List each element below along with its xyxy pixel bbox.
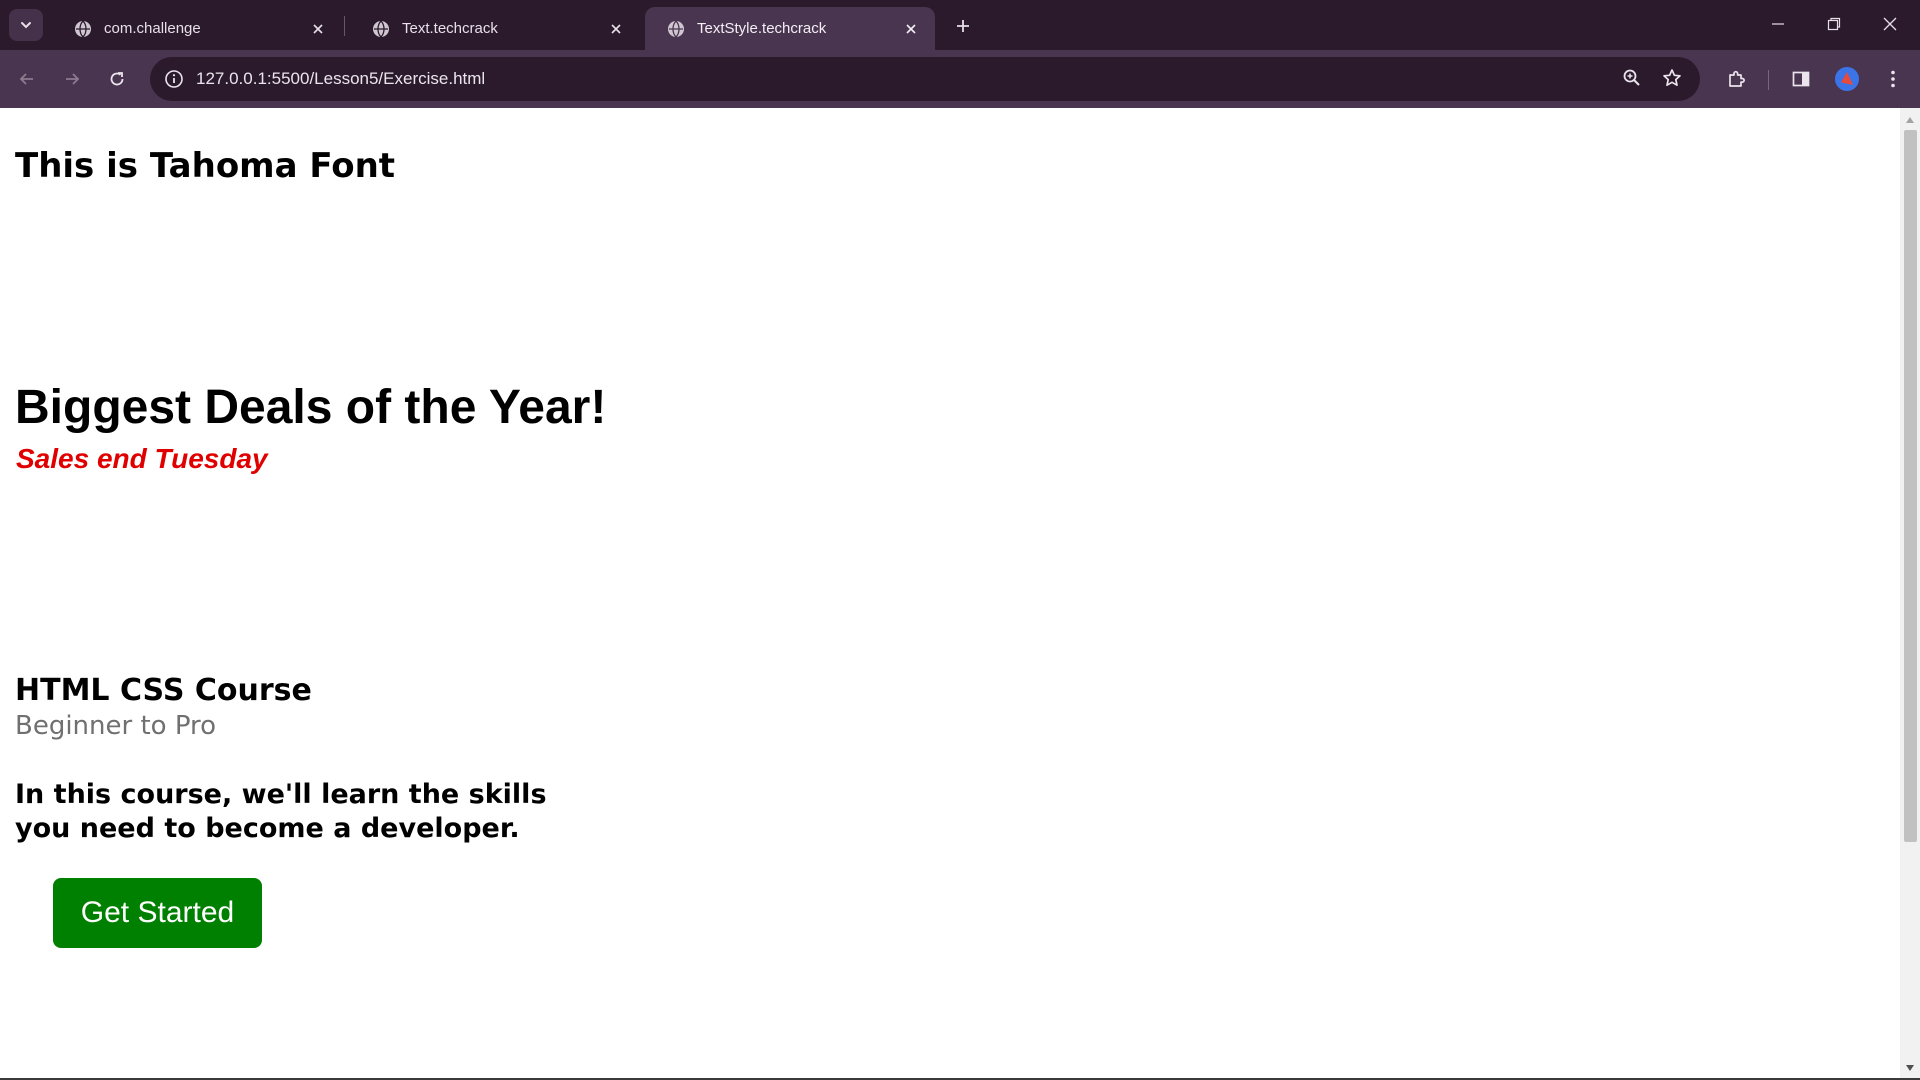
tab-close-button[interactable] <box>901 19 921 39</box>
toolbar-divider <box>1768 70 1769 90</box>
plus-icon <box>957 20 969 32</box>
browser-toolbar: 127.0.0.1:5500/Lesson5/Exercise.html <box>0 50 1920 108</box>
triangle-down-icon <box>1906 1065 1914 1071</box>
close-icon <box>1883 17 1897 31</box>
tab-text-techcrack[interactable]: Text.techcrack <box>350 7 640 50</box>
scroll-up-button[interactable] <box>1904 114 1916 126</box>
info-icon[interactable] <box>164 69 184 89</box>
zoom-button[interactable] <box>1616 62 1648 94</box>
tab-textstyle-techcrack[interactable]: TextStyle.techcrack <box>645 7 935 50</box>
get-started-button[interactable]: Get Started <box>53 878 262 948</box>
star-icon <box>1663 69 1681 87</box>
address-url[interactable]: 127.0.0.1:5500/Lesson5/Exercise.html <box>196 69 485 89</box>
minimize-button[interactable] <box>1750 0 1806 48</box>
course-title: HTML CSS Course <box>15 673 312 708</box>
close-window-button[interactable] <box>1862 0 1918 48</box>
back-button[interactable] <box>10 62 44 96</box>
scrollbar-thumb[interactable] <box>1904 130 1917 842</box>
restore-button[interactable] <box>1806 0 1862 48</box>
tab-title: TextStyle.techcrack <box>697 20 827 37</box>
new-tab-button[interactable] <box>950 13 976 39</box>
tab-close-button[interactable] <box>606 19 626 39</box>
chevron-down-icon <box>21 22 31 29</box>
bookmark-button[interactable] <box>1656 62 1688 94</box>
globe-icon <box>373 20 389 37</box>
scroll-down-button[interactable] <box>1904 1062 1916 1074</box>
page-viewport: This is Tahoma Font Biggest Deals of the… <box>0 108 1900 1078</box>
sales-note: Sales end Tuesday <box>16 443 268 474</box>
close-icon <box>313 23 323 34</box>
reload-button[interactable] <box>100 62 134 96</box>
globe-icon <box>668 20 684 37</box>
browser-menu-button[interactable] <box>1876 62 1910 96</box>
vertical-scrollbar[interactable] <box>1900 108 1920 1078</box>
arrow-right-icon <box>66 73 80 85</box>
side-panel-icon <box>1792 71 1810 87</box>
course-description: In this course, we'll learn the skills y… <box>15 779 547 844</box>
extensions-button[interactable] <box>1719 62 1753 96</box>
address-bar[interactable]: 127.0.0.1:5500/Lesson5/Exercise.html <box>150 57 1700 101</box>
tab-separator <box>344 16 345 36</box>
tab-title: com.challenge <box>104 20 201 37</box>
reload-icon <box>110 72 124 86</box>
arrow-left-icon <box>19 73 33 85</box>
forward-button[interactable] <box>55 62 89 96</box>
avatar <box>1835 67 1859 91</box>
close-icon <box>611 23 621 34</box>
puzzle-icon <box>1729 70 1745 87</box>
tab-close-button[interactable] <box>308 19 328 39</box>
globe-icon <box>75 20 91 37</box>
zoom-icon <box>1623 69 1640 86</box>
tab-search-button[interactable] <box>9 9 43 41</box>
minimize-icon <box>1772 23 1784 25</box>
side-panel-button[interactable] <box>1784 62 1818 96</box>
deals-heading: Biggest Deals of the Year! <box>15 381 607 434</box>
tab-title: Text.techcrack <box>402 20 498 37</box>
close-icon <box>906 23 916 34</box>
more-vertical-icon <box>1891 70 1895 88</box>
tab-strip: com.challenge Text.techcrack TextStyle.t… <box>0 0 1920 50</box>
tab-com-challenge[interactable]: com.challenge <box>52 7 342 50</box>
restore-icon <box>1827 17 1841 31</box>
tahoma-heading: This is Tahoma Font <box>15 146 396 186</box>
profile-button[interactable] <box>1830 62 1864 96</box>
triangle-up-icon <box>1906 117 1914 123</box>
course-subtitle: Beginner to Pro <box>15 711 217 741</box>
